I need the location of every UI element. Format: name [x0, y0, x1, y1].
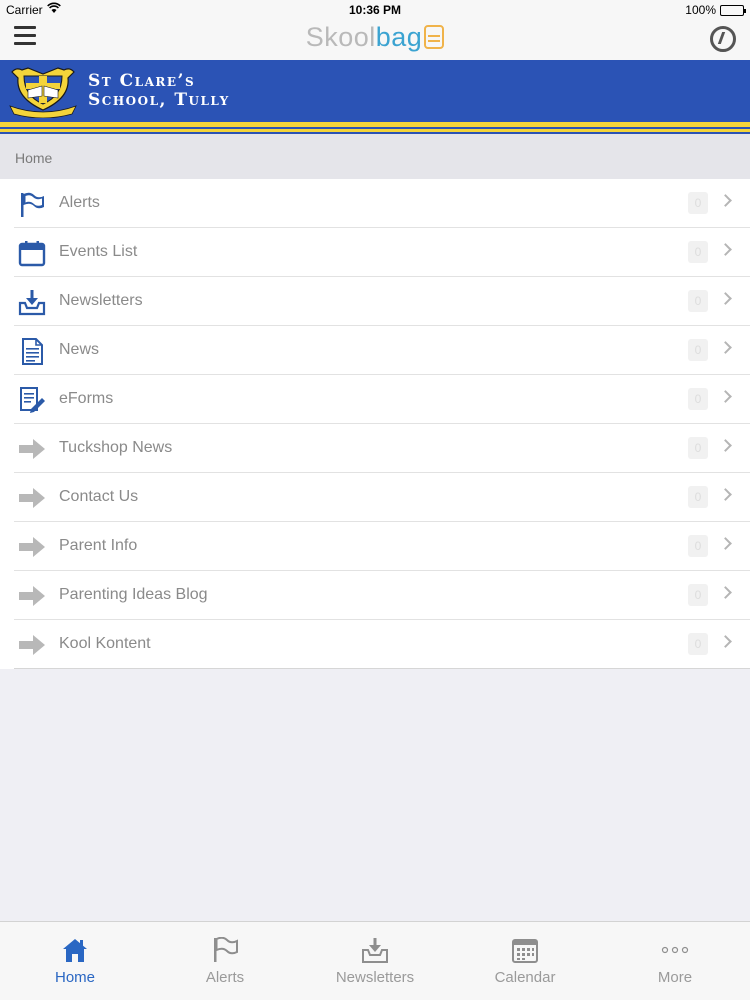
- count-badge: 0: [688, 290, 708, 312]
- school-banner: St Clare’s School, Tully: [0, 60, 750, 134]
- sync-icon[interactable]: [710, 26, 736, 52]
- app-logo: Skoolbag: [0, 22, 750, 53]
- menu-item-alerts[interactable]: Alerts 0: [14, 179, 750, 228]
- document-icon: [18, 337, 46, 365]
- chevron-right-icon: [719, 488, 732, 501]
- clock: 10:36 PM: [348, 3, 402, 17]
- menu-item-label: Newsletters: [59, 292, 143, 309]
- flag-icon: [18, 190, 46, 218]
- menu-item-label: Parent Info: [59, 537, 138, 554]
- arrow-right-icon: [18, 533, 46, 561]
- brand-text-part1: Skool: [305, 22, 376, 52]
- chevron-right-icon: [719, 586, 732, 599]
- menu-item-eforms[interactable]: eForms 0: [14, 375, 750, 424]
- chevron-right-icon: [719, 341, 732, 354]
- count-badge: 0: [688, 339, 708, 361]
- home-icon: [61, 937, 89, 963]
- menu-item-events-list[interactable]: Events List 0: [14, 228, 750, 277]
- menu-item-contact-us[interactable]: Contact Us 0: [14, 473, 750, 522]
- count-badge: 0: [688, 388, 708, 410]
- menu-item-label: Kool Kontent: [59, 635, 151, 652]
- form-pencil-icon: [18, 386, 46, 414]
- chevron-right-icon: [719, 537, 732, 550]
- chevron-right-icon: [719, 439, 732, 452]
- school-name-line1: St Clare’s: [88, 71, 196, 91]
- tab-label: Alerts: [205, 969, 245, 986]
- top-nav-bar: Skoolbag: [0, 20, 750, 60]
- tab-alerts[interactable]: Alerts: [150, 922, 300, 1000]
- menu-item-label: eForms: [59, 390, 114, 407]
- menu-item-newsletters[interactable]: Newsletters 0: [14, 277, 750, 326]
- menu-item-parenting-ideas-blog[interactable]: Parenting Ideas Blog 0: [14, 571, 750, 620]
- brand-text-part2: bag: [375, 22, 423, 52]
- chevron-right-icon: [719, 390, 732, 403]
- flag-icon: [211, 936, 239, 963]
- bottom-tab-bar: Home Alerts Newsletters Calendar More: [0, 921, 750, 1000]
- status-bar: Carrier 10:36 PM 100%: [0, 0, 750, 20]
- menu-item-label: Tuckshop News: [59, 439, 173, 456]
- arrow-right-icon: [18, 484, 46, 512]
- menu-item-tuckshop-news[interactable]: Tuckshop News 0: [14, 424, 750, 473]
- inbox-download-icon: [361, 937, 389, 963]
- chevron-right-icon: [719, 635, 732, 648]
- count-badge: 0: [688, 241, 708, 263]
- calendar-icon: [18, 239, 46, 267]
- school-name: St Clare’s School, Tully: [88, 72, 230, 110]
- menu-item-label: Events List: [59, 243, 138, 260]
- count-badge: 0: [688, 584, 708, 606]
- arrow-right-icon: [18, 435, 46, 463]
- menu-list: Alerts 0 Events List 0 Newsletters 0 New…: [0, 179, 750, 669]
- tab-label: Calendar: [494, 969, 556, 986]
- menu-item-label: Alerts: [59, 194, 100, 211]
- arrow-right-icon: [18, 631, 46, 659]
- menu-item-label: News: [59, 341, 100, 358]
- more-dots-icon: [661, 937, 689, 963]
- count-badge: 0: [688, 192, 708, 214]
- school-crest-logo: [9, 67, 77, 118]
- chevron-right-icon: [719, 194, 732, 207]
- battery-percent: 100%: [685, 3, 716, 17]
- count-badge: 0: [688, 633, 708, 655]
- arrow-right-icon: [18, 582, 46, 610]
- battery-icon: [720, 5, 746, 16]
- count-badge: 0: [688, 437, 708, 459]
- tab-calendar[interactable]: Calendar: [450, 922, 600, 1000]
- bag-icon: [424, 25, 445, 49]
- chevron-right-icon: [719, 243, 732, 256]
- breadcrumb: Home: [0, 134, 750, 179]
- tab-newsletters[interactable]: Newsletters: [300, 922, 450, 1000]
- menu-item-kool-kontent[interactable]: Kool Kontent 0: [14, 620, 750, 669]
- chevron-right-icon: [719, 292, 732, 305]
- tab-label: Newsletters: [335, 969, 415, 986]
- count-badge: 0: [688, 486, 708, 508]
- menu-item-label: Contact Us: [59, 488, 139, 505]
- tab-label: More: [657, 969, 693, 986]
- tab-more[interactable]: More: [600, 922, 750, 1000]
- menu-item-label: Parenting Ideas Blog: [59, 586, 208, 603]
- inbox-download-icon: [18, 288, 46, 316]
- school-name-line2: School, Tully: [88, 90, 230, 110]
- menu-item-news[interactable]: News 0: [14, 326, 750, 375]
- menu-item-parent-info[interactable]: Parent Info 0: [14, 522, 750, 571]
- tab-label: Home: [54, 969, 95, 986]
- tab-home[interactable]: Home: [0, 922, 150, 1000]
- calendar-icon: [511, 937, 539, 963]
- count-badge: 0: [688, 535, 708, 557]
